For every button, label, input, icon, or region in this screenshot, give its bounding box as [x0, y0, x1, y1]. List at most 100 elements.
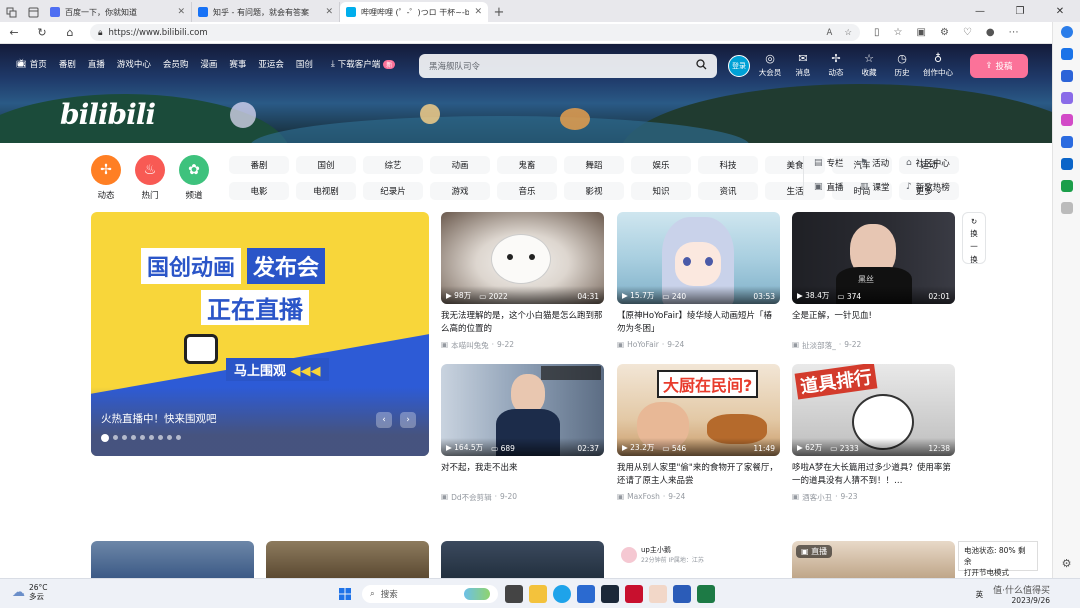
link-live[interactable]: ▣ 直播 [814, 181, 860, 193]
workspaces-icon[interactable] [0, 2, 22, 22]
video-card[interactable]: ▶ 164.5万 ▭ 689 02:37 对不起，我走不出来 ▣ Dd不会剪辑 · 9… [441, 364, 604, 503]
profile-icon[interactable]: ● [986, 27, 995, 38]
video-uploader[interactable]: ▣ 扯淡部落_ · 9-22 [792, 340, 955, 351]
video-uploader[interactable]: ▣ 本喵叫兔兔 · 9-22 [441, 340, 604, 351]
channel-chip[interactable]: 知识 [631, 182, 691, 200]
channel-chip[interactable]: 游戏 [430, 182, 490, 200]
link-course[interactable]: ▥ 课堂 [860, 181, 906, 193]
channel-chip[interactable]: 番剧 [229, 156, 289, 174]
channel-chip[interactable]: 资讯 [698, 182, 758, 200]
channel-chip[interactable]: 娱乐 [631, 156, 691, 174]
video-thumbnail[interactable]: ▶ 164.5万 ▭ 689 02:37 [441, 364, 604, 456]
video-title[interactable]: 我用从别人家里"偷"来的食物开了家餐厅，还请了原主人来品尝 [617, 462, 780, 488]
nav-live[interactable]: 直播 [88, 58, 105, 70]
video-uploader[interactable]: ▣ 酒客小丑 · 9-23 [792, 492, 955, 503]
nav-match[interactable]: 赛事 [229, 58, 246, 70]
video-card[interactable]: ▶ 15.7万 ▭ 240 03:53 【原神HoYoFair】绫华绫人动画短片… [617, 212, 780, 349]
tab-baidu[interactable]: 百度一下，你就知道 ✕ [44, 2, 192, 22]
taskbar-search[interactable]: ⌕ 搜索 [362, 585, 498, 603]
clock[interactable]: 值·什么值得买 2023/9/26 [993, 583, 1050, 605]
nav-history[interactable]: ◷ 历史 [890, 53, 914, 78]
carousel-dot[interactable] [167, 435, 172, 440]
carousel-dot[interactable] [113, 435, 118, 440]
app-avatar-icon[interactable] [649, 585, 667, 603]
office-icon[interactable] [1060, 136, 1073, 148]
dynamic-card-partial[interactable]: up主小鹅 22分钟前 IP属地：江苏 [617, 541, 780, 578]
video-card-partial[interactable] [441, 541, 604, 578]
file-explorer-icon[interactable] [529, 585, 547, 603]
split-screen-icon[interactable]: ▯ [874, 27, 880, 38]
channel-chip[interactable]: 电视剧 [296, 182, 356, 200]
carousel-dot[interactable] [131, 435, 136, 440]
nav-manga[interactable]: 漫画 [200, 58, 217, 70]
nav-creator-center[interactable]: ♁ 创作中心 [923, 53, 953, 78]
channel-chip[interactable]: 鬼畜 [497, 156, 557, 174]
video-card[interactable]: 大厨在民间? ▶ 23.2万 ▭ 546 11:49 我用从别人家里"偷"来的食… [617, 364, 780, 501]
shopping-icon[interactable] [1060, 70, 1073, 82]
channel-chip[interactable]: 电影 [229, 182, 289, 200]
search-icon[interactable] [696, 59, 707, 73]
carousel-prev-button[interactable]: ‹ [376, 412, 392, 428]
video-thumbnail[interactable]: 大厨在民间? ▶ 23.2万 ▭ 546 11:49 [617, 364, 780, 456]
download-client-link[interactable]: ⤓ 下载客户端 新 [331, 58, 396, 70]
video-uploader[interactable]: ▣ MaxFosh · 9-24 [617, 492, 780, 501]
back-icon[interactable]: ← [0, 26, 28, 39]
app-10-icon[interactable] [625, 585, 643, 603]
link-music-chart[interactable]: ♪ 新歌热榜 [906, 181, 966, 193]
games-icon[interactable] [1060, 114, 1073, 126]
excel-icon[interactable] [697, 585, 715, 603]
refresh-icon[interactable]: ↻ [28, 26, 56, 39]
live-card-partial[interactable]: ▣ 直播 [792, 541, 955, 578]
channel-chip[interactable]: 国创 [296, 156, 356, 174]
favorite-star-icon[interactable]: ☆ [844, 28, 852, 38]
minimize-icon[interactable]: — [960, 0, 1000, 22]
channel-chip[interactable]: 综艺 [363, 156, 423, 174]
home-icon[interactable]: ⌂ [56, 26, 84, 39]
collections-icon[interactable]: ▣ [916, 27, 925, 38]
maximize-icon[interactable]: ❐ [1000, 0, 1040, 22]
channel-chip[interactable]: 科技 [698, 156, 758, 174]
nav-asian-games[interactable]: 亚运会 [258, 58, 284, 70]
carousel-dot[interactable] [140, 435, 145, 440]
extensions-icon[interactable]: ⚙ [940, 27, 949, 38]
url-field[interactable]: 🔒︎ https://www.bilibili.com A ☆ [90, 24, 860, 41]
carousel-dot[interactable] [176, 435, 181, 440]
drop-icon[interactable] [1060, 180, 1073, 192]
tab-bilibili[interactable]: 哔哩哔哩 (゜-゜)つロ 干杯~-bilibili ✕ [340, 2, 488, 22]
link-community[interactable]: ⌂ 社区中心 [906, 157, 966, 169]
video-thumbnail[interactable]: 黑丝 ▶ 38.4万 ▭ 374 02:01 [792, 212, 955, 304]
nav-bangumi[interactable]: 番剧 [59, 58, 76, 70]
read-aloud-icon[interactable]: A [827, 28, 833, 38]
nav-vip[interactable]: ◎ 大会员 [758, 53, 782, 78]
favorites-icon[interactable]: ☆ [894, 27, 903, 38]
video-thumbnail[interactable]: 道具排行 ▶ 62万 ▭ 2333 12:38 [792, 364, 955, 456]
video-card[interactable]: 道具排行 ▶ 62万 ▭ 2333 12:38 哆啦A梦在大长篇用过多少道具？使… [792, 364, 955, 503]
search-side-icon[interactable] [1060, 48, 1073, 60]
task-view-icon[interactable] [505, 585, 523, 603]
video-card-partial[interactable] [91, 541, 254, 578]
nav-favorites[interactable]: ☆ 收藏 [857, 53, 881, 78]
nav-messages[interactable]: ✉ 消息 [791, 53, 815, 78]
copilot-icon[interactable] [1060, 26, 1073, 38]
carousel-dot[interactable] [158, 435, 163, 440]
video-card-partial[interactable] [266, 541, 429, 578]
tab-zhihu[interactable]: 知乎 - 有问题，就会有答案 ✕ [192, 2, 340, 22]
word-icon[interactable] [673, 585, 691, 603]
battery-notice[interactable]: 电池状态: 80% 剩余 打开节电模式 [958, 541, 1038, 577]
video-card[interactable]: ▶ 98万 ▭ 2022 04:31 我无法理解的是，这个小白猫是怎么跑到那么高… [441, 212, 604, 351]
close-tab-icon[interactable]: ✕ [325, 7, 333, 17]
login-button[interactable]: 登录 [728, 55, 750, 77]
carousel-dot[interactable] [101, 434, 109, 442]
quick-hot[interactable]: ♨ 热门 [135, 155, 165, 201]
channel-chip[interactable]: 影视 [564, 182, 624, 200]
carousel-caption[interactable]: 火热直播中！快来围观吧 [101, 411, 217, 426]
video-title[interactable]: 全是正解，一针见血! [792, 310, 955, 336]
banner-carousel[interactable]: 国创动画 发布会 正在直播 马上围观 ◀◀◀ 火热直播中！快来围观吧 ‹ › [91, 212, 429, 456]
nav-guochuang[interactable]: 国创 [296, 58, 313, 70]
carousel-dot[interactable] [122, 435, 127, 440]
video-title[interactable]: 对不起，我走不出来 [441, 462, 604, 488]
video-thumbnail[interactable]: ▶ 15.7万 ▭ 240 03:53 [617, 212, 780, 304]
video-title[interactable]: 我无法理解的是，这个小白猫是怎么跑到那么高的位置的 [441, 310, 604, 336]
close-tab-icon[interactable]: ✕ [177, 7, 185, 17]
quick-dynamic[interactable]: ✢ 动态 [91, 155, 121, 201]
